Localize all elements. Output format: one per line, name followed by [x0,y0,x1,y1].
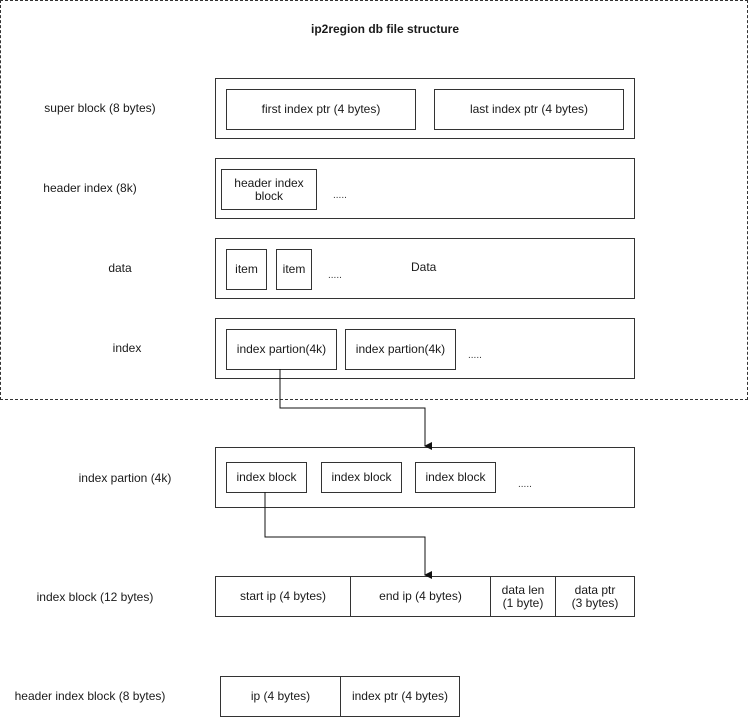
index-block-box: index block [415,462,496,493]
last-index-ptr-field: last index ptr (4 bytes) [434,89,624,130]
index-partition-ellipsis: ..... [518,479,532,490]
header-index-block-label: header index block (8 bytes) [14,689,166,703]
header-index-block-record: ip (4 bytes) index ptr (4 bytes) [220,676,460,717]
index-partition-container: index block index block index block ....… [215,447,635,508]
data-item-box: item [276,249,312,290]
data-label: data [108,261,132,275]
header-index-block-box: header index block [221,169,317,210]
index-partition-box: index partion(4k) [345,329,456,370]
super-block-container: first index ptr (4 bytes) last index ptr… [215,78,635,139]
end-ip-field: end ip (4 bytes) [351,577,491,616]
index-block-box: index block [321,462,402,493]
header-index-container: header index block ..... [215,158,635,219]
diagram-title: ip2region db file structure [310,22,460,36]
index-partition-label: index partion (4k) [78,471,172,485]
index-partition-box: index partion(4k) [226,329,337,370]
index-ellipsis: ..... [468,350,482,361]
index-block-box: index block [226,462,307,493]
super-block-label: super block (8 bytes) [44,101,156,115]
data-item-box: item [226,249,267,290]
data-ptr-field: data ptr (3 bytes) [571,582,619,610]
index-ptr-field: index ptr (4 bytes) [351,689,449,703]
data-container: item item ..... Data [215,238,635,299]
data-caption: Data [411,260,437,274]
index-block-record: start ip (4 bytes) end ip (4 bytes) data… [215,576,635,617]
header-index-label: header index (8k) [43,181,137,195]
index-container: index partion(4k) index partion(4k) ....… [215,318,635,379]
data-len-field: data len (1 byte) [491,577,556,616]
index-block-label: index block (12 bytes) [36,590,154,604]
index-label: index [112,341,142,355]
start-ip-field: start ip (4 bytes) [216,577,351,616]
header-index-ellipsis: ..... [333,190,347,201]
first-index-ptr-field: first index ptr (4 bytes) [226,89,416,130]
data-ellipsis: ..... [328,270,342,281]
ip-field: ip (4 bytes) [221,677,341,716]
